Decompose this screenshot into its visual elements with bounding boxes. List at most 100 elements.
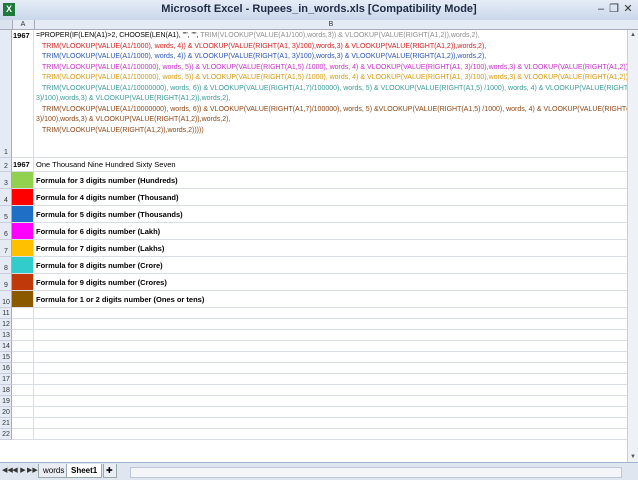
table-cell-b[interactable]: Formula for 1 or 2 digits number (Ones o… <box>34 291 628 308</box>
sheet-tab-bar: ◀◀ ◀ ▶ ▶▶ words Sheet1 ✚ <box>0 462 638 480</box>
color-swatch-cell[interactable] <box>12 291 34 308</box>
table-cell-a[interactable] <box>12 396 34 407</box>
row-header-1[interactable]: 1 <box>0 30 12 158</box>
formula-line: 3)/100),words,3) & VLOOKUP(VALUE(RIGHT(A… <box>36 115 628 126</box>
scroll-down-icon[interactable]: ▼ <box>628 452 638 462</box>
table-cell-b[interactable] <box>34 341 628 352</box>
table-cell-b[interactable]: Formula for 7 digits number (Lakhs) <box>34 240 628 257</box>
formula-line: TRIM(VLOOKUP(VALUE(A1/100000), words, 5)… <box>36 73 628 84</box>
row-header[interactable]: 3 <box>0 172 12 189</box>
formula-segment: 3)/100),words,3) & VLOOKUP(VALUE(RIGHT(A… <box>36 95 231 102</box>
row-header[interactable]: 22 <box>0 429 12 440</box>
row-header[interactable]: 20 <box>0 407 12 418</box>
minimize-button[interactable]: – <box>594 2 608 16</box>
row-header[interactable]: 15 <box>0 352 12 363</box>
table-cell-a[interactable] <box>12 429 34 440</box>
table-cell-a[interactable] <box>12 418 34 429</box>
row-header[interactable]: 17 <box>0 374 12 385</box>
formula-line: TRIM(VLOOKUP(VALUE(A1/100000), words, 5)… <box>36 63 628 74</box>
table-cell-b[interactable]: Formula for 4 digits number (Thousand) <box>34 189 628 206</box>
table-cell-a[interactable] <box>12 352 34 363</box>
color-swatch-cell[interactable] <box>12 274 34 291</box>
table-cell-a[interactable] <box>12 385 34 396</box>
row-header[interactable]: 10 <box>0 291 12 308</box>
table-cell-b[interactable] <box>34 385 628 396</box>
horizontal-scrollbar[interactable] <box>130 467 622 478</box>
color-swatch-cell[interactable] <box>12 172 34 189</box>
table-cell-b[interactable] <box>34 308 628 319</box>
row-header[interactable]: 13 <box>0 330 12 341</box>
row-header[interactable]: 8 <box>0 257 12 274</box>
column-header-bar: A B <box>0 20 638 30</box>
color-swatch-cell[interactable] <box>12 206 34 223</box>
next-sheet-icon[interactable]: ▶ <box>19 466 27 474</box>
table-cell-b[interactable] <box>34 418 628 429</box>
restore-button[interactable]: ❐ <box>607 2 621 16</box>
title-bar: X Microsoft Excel - Rupees_in_words.xls … <box>0 0 638 21</box>
row-header[interactable]: 18 <box>0 385 12 396</box>
row-header[interactable]: 19 <box>0 396 12 407</box>
row-header[interactable]: 2 <box>0 158 12 172</box>
color-swatch-cell[interactable] <box>12 189 34 206</box>
formula-segment: TRIM(VLOOKUP(VALUE(A1/100000), words, 5)… <box>42 63 628 71</box>
cell-b1-formula[interactable]: =PROPER(IF(LEN(A1)>2, CHOOSE(LEN(A1), ""… <box>34 30 628 158</box>
table-cell-a[interactable] <box>12 330 34 341</box>
tab-words[interactable]: words <box>38 464 70 478</box>
table-cell-b[interactable] <box>34 330 628 341</box>
row-header[interactable]: 5 <box>0 206 12 223</box>
first-sheet-icon[interactable]: ◀◀ <box>2 466 13 474</box>
row-header[interactable]: 4 <box>0 189 12 206</box>
row-header[interactable]: 7 <box>0 240 12 257</box>
table-cell-b[interactable]: One Thousand Nine Hundred Sixty Seven <box>34 158 628 172</box>
worksheet-grid[interactable]: 1 1967 =PROPER(IF(LEN(A1)>2, CHOOSE(LEN(… <box>0 30 628 462</box>
table-cell-b[interactable]: Formula for 8 digits number (Crore) <box>34 257 628 274</box>
table-cell-a[interactable] <box>12 363 34 374</box>
formula-line: 3)/100),words,3) & VLOOKUP(VALUE(RIGHT(A… <box>36 94 628 105</box>
table-cell-b[interactable]: Formula for 5 digits number (Thousands) <box>34 206 628 223</box>
row-header[interactable]: 14 <box>0 341 12 352</box>
table-cell-a[interactable] <box>12 374 34 385</box>
row-header[interactable]: 21 <box>0 418 12 429</box>
row-header[interactable]: 9 <box>0 274 12 291</box>
table-cell-a[interactable] <box>12 341 34 352</box>
formula-line: TRIM(VLOOKUP(VALUE(RIGHT(A1,2)),words,2)… <box>36 126 628 137</box>
column-header-a[interactable]: A <box>12 20 35 29</box>
table-cell-b[interactable] <box>34 319 628 330</box>
table-cell-b[interactable]: Formula for 9 digits number (Crores) <box>34 274 628 291</box>
row-header[interactable]: 16 <box>0 363 12 374</box>
color-swatch-cell[interactable] <box>12 240 34 257</box>
formula-segment: TRIM(VLOOKUP(VALUE(A1/1000), words, 4)) … <box>42 42 487 50</box>
table-cell-b[interactable] <box>34 363 628 374</box>
table-cell-a[interactable] <box>12 407 34 418</box>
formula-segment: TRIM(VLOOKUP(VALUE(A1/1000), words, 4)) … <box>42 53 487 60</box>
column-header-b[interactable]: B <box>34 20 628 29</box>
table-cell-a[interactable] <box>12 308 34 319</box>
row-header[interactable]: 11 <box>0 308 12 319</box>
table-cell-b[interactable] <box>34 429 628 440</box>
table-cell-b[interactable]: Formula for 3 digits number (Hundreds) <box>34 172 628 189</box>
prev-sheet-icon[interactable]: ◀ <box>11 466 19 474</box>
formula-segment: TRIM(VLOOKUP(VALUE(A1/10000000), words, … <box>42 105 628 113</box>
color-swatch-cell[interactable] <box>12 257 34 274</box>
table-cell-b[interactable]: Formula for 6 digits number (Lakh) <box>34 223 628 240</box>
close-button[interactable]: ✕ <box>621 2 635 16</box>
tab-sheet1[interactable]: Sheet1 <box>66 464 103 478</box>
table-cell-a[interactable] <box>12 319 34 330</box>
scroll-up-icon[interactable]: ▲ <box>628 30 638 40</box>
table-cell-b[interactable] <box>34 352 628 363</box>
row-header[interactable]: 6 <box>0 223 12 240</box>
table-cell-b[interactable] <box>34 374 628 385</box>
window-title: Microsoft Excel - Rupees_in_words.xls [C… <box>161 3 477 15</box>
color-swatch-cell[interactable] <box>12 223 34 240</box>
table-cell-b[interactable] <box>34 407 628 418</box>
table-cell-a[interactable]: 1967 <box>12 158 34 172</box>
insert-sheet-icon[interactable]: ✚ <box>103 464 117 478</box>
formula-segment: TRIM(VLOOKUP(VALUE(RIGHT(A1,2)),words,2)… <box>42 126 204 134</box>
formula-line: TRIM(VLOOKUP(VALUE(A1/10000000), words, … <box>36 84 628 95</box>
cell-a1[interactable]: 1967 <box>12 30 34 158</box>
last-sheet-icon[interactable]: ▶▶ <box>27 466 38 474</box>
formula-segment: TRIM(VLOOKUP(VALUE(A1/10000000), words, … <box>42 84 628 92</box>
row-header[interactable]: 12 <box>0 319 12 330</box>
table-cell-b[interactable] <box>34 396 628 407</box>
vertical-scrollbar[interactable]: ▲ ▼ <box>627 30 638 462</box>
